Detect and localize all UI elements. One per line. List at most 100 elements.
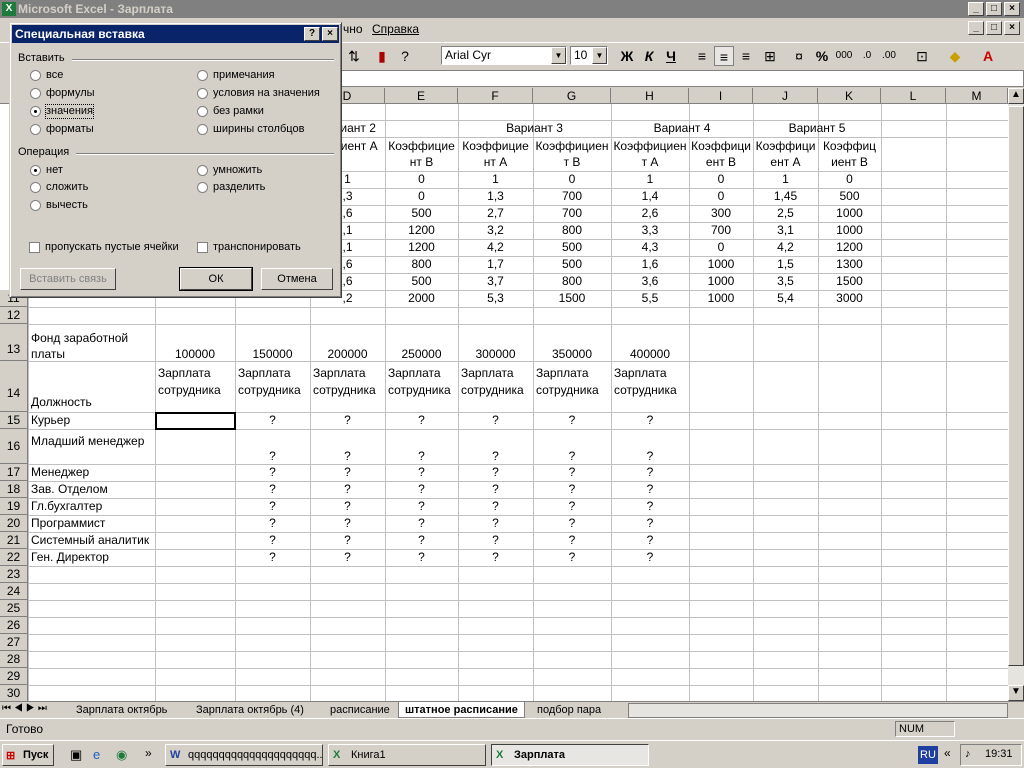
column-header[interactable]: M — [946, 88, 1008, 104]
data-cell[interactable]: 500 — [533, 256, 611, 272]
salary-cell[interactable]: ? — [533, 481, 611, 497]
salary-cell[interactable]: ? — [611, 448, 689, 464]
data-cell[interactable]: 700 — [533, 188, 611, 204]
align-right-icon[interactable]: ≡ — [736, 46, 756, 66]
salary-cell[interactable]: ? — [458, 498, 533, 514]
data-cell[interactable]: 1,7 — [458, 256, 533, 272]
scroll-down-icon[interactable]: ▼ — [1008, 685, 1024, 701]
column-header[interactable]: H — [611, 88, 689, 104]
data-cell[interactable]: 3000 — [818, 290, 881, 306]
fund-value[interactable]: 400000 — [611, 346, 689, 362]
thousands-button[interactable]: 000 — [834, 46, 854, 66]
salary-cell[interactable]: ? — [235, 464, 310, 480]
salary-cell[interactable]: ? — [310, 481, 385, 497]
data-cell[interactable]: 3,1 — [753, 222, 818, 238]
scroll-up-icon[interactable]: ▲ — [1008, 88, 1024, 104]
chevron-down-icon[interactable]: ▼ — [551, 47, 566, 64]
start-button[interactable]: ⊞ Пуск — [2, 744, 54, 766]
salary-cell[interactable]: ? — [533, 515, 611, 531]
salary-cell[interactable]: ? — [310, 515, 385, 531]
speaker-icon[interactable]: ♪ — [965, 748, 971, 760]
data-cell[interactable]: 1,5 — [753, 256, 818, 272]
row-header[interactable]: 16 — [0, 429, 28, 464]
salary-cell[interactable]: ? — [310, 448, 385, 464]
column-header[interactable]: E — [385, 88, 458, 104]
position-name[interactable]: Программист — [31, 515, 155, 531]
paste-option-radio[interactable]: примечания — [197, 69, 275, 82]
fund-value[interactable]: 350000 — [533, 346, 611, 362]
data-cell[interactable]: 4,3 — [611, 239, 689, 255]
fund-value[interactable]: 250000 — [385, 346, 458, 362]
fund-value[interactable]: 300000 — [458, 346, 533, 362]
chevron-down-icon[interactable]: ▼ — [592, 47, 607, 64]
vertical-scrollbar[interactable]: ▲ ▼ — [1008, 88, 1024, 701]
operation-option-radio[interactable]: сложить — [30, 181, 88, 194]
align-left-icon[interactable]: ≡ — [692, 46, 712, 66]
transpose-checkbox[interactable]: транспонировать — [197, 241, 301, 254]
position-name[interactable]: Менеджер — [31, 464, 155, 480]
column-header[interactable]: L — [881, 88, 946, 104]
percent-button[interactable]: % — [812, 46, 832, 66]
data-cell[interactable]: 3,5 — [753, 273, 818, 289]
data-cell[interactable]: 1000 — [689, 256, 753, 272]
data-cell[interactable]: 800 — [385, 256, 458, 272]
dialog-help-button[interactable]: ? — [304, 27, 320, 41]
salary-cell[interactable]: ? — [611, 481, 689, 497]
data-cell[interactable]: 2,6 — [611, 205, 689, 221]
salary-cell[interactable]: ? — [310, 549, 385, 565]
salary-cell[interactable]: ? — [611, 515, 689, 531]
salary-cell[interactable]: ? — [235, 549, 310, 565]
paste-option-radio[interactable]: условия на значения — [197, 87, 320, 100]
salary-cell[interactable]: ? — [385, 412, 458, 428]
salary-cell[interactable]: ? — [385, 515, 458, 531]
salary-cell[interactable]: ? — [310, 464, 385, 480]
salary-cell[interactable]: ? — [458, 549, 533, 565]
row-header[interactable]: 26 — [0, 617, 28, 634]
salary-cell[interactable]: ? — [533, 498, 611, 514]
decrease-decimal-icon[interactable]: .00 — [879, 46, 899, 66]
currency-icon[interactable]: ¤ — [789, 46, 809, 66]
restore-doc-button[interactable]: □ — [986, 21, 1002, 35]
tab-zarplata-oktyabr[interactable]: Зарплата октябрь — [70, 702, 173, 718]
row-header[interactable]: 30 — [0, 685, 28, 701]
italic-button[interactable]: К — [639, 46, 659, 66]
operation-option-radio[interactable]: разделить — [197, 181, 265, 194]
position-name[interactable]: Зав. Отделом — [31, 481, 155, 497]
data-cell[interactable]: 0 — [385, 188, 458, 204]
horizontal-scrollbar[interactable] — [628, 703, 1008, 718]
row-header[interactable]: 22 — [0, 549, 28, 566]
data-cell[interactable]: 3,6 — [611, 273, 689, 289]
data-cell[interactable]: 1000 — [818, 222, 881, 238]
data-cell[interactable]: 1000 — [818, 205, 881, 221]
data-cell[interactable]: 0 — [689, 171, 753, 187]
position-name[interactable]: Ген. Директор — [31, 549, 155, 565]
fund-value[interactable]: 100000 — [155, 346, 235, 362]
salary-cell[interactable]: ? — [385, 464, 458, 480]
salary-cell[interactable]: ? — [611, 464, 689, 480]
tray-expand-icon[interactable]: « — [944, 746, 951, 760]
salary-cell[interactable]: ? — [533, 532, 611, 548]
data-cell[interactable]: 1300 — [818, 256, 881, 272]
media-icon[interactable]: ◉ — [116, 747, 127, 763]
data-cell[interactable]: 1 — [611, 171, 689, 187]
formula-input[interactable] — [340, 70, 1024, 87]
position-name[interactable]: Гл.бухгалтер — [31, 498, 155, 514]
salary-cell[interactable]: ? — [611, 532, 689, 548]
salary-cell[interactable]: ? — [235, 412, 310, 428]
salary-cell[interactable]: ? — [235, 448, 310, 464]
data-cell[interactable]: 500 — [385, 205, 458, 221]
close-app-button[interactable]: × — [1004, 2, 1020, 16]
data-cell[interactable]: 800 — [533, 273, 611, 289]
tab-shtatnoe-raspisanie[interactable]: штатное расписание — [398, 702, 525, 718]
position-name[interactable]: Курьер — [31, 412, 155, 428]
tab-scroll-icons[interactable]: ⏮◀▶⏭ — [2, 703, 50, 714]
data-cell[interactable]: 5,5 — [611, 290, 689, 306]
tab-podbor[interactable]: подбор пара — [531, 702, 609, 718]
salary-cell[interactable]: ? — [611, 498, 689, 514]
row-header[interactable]: 23 — [0, 566, 28, 583]
active-cell[interactable] — [155, 412, 236, 430]
data-cell[interactable]: 500 — [818, 188, 881, 204]
salary-cell[interactable]: ? — [235, 515, 310, 531]
data-cell[interactable]: 1,45 — [753, 188, 818, 204]
align-center-icon[interactable]: ≡ — [714, 46, 734, 66]
